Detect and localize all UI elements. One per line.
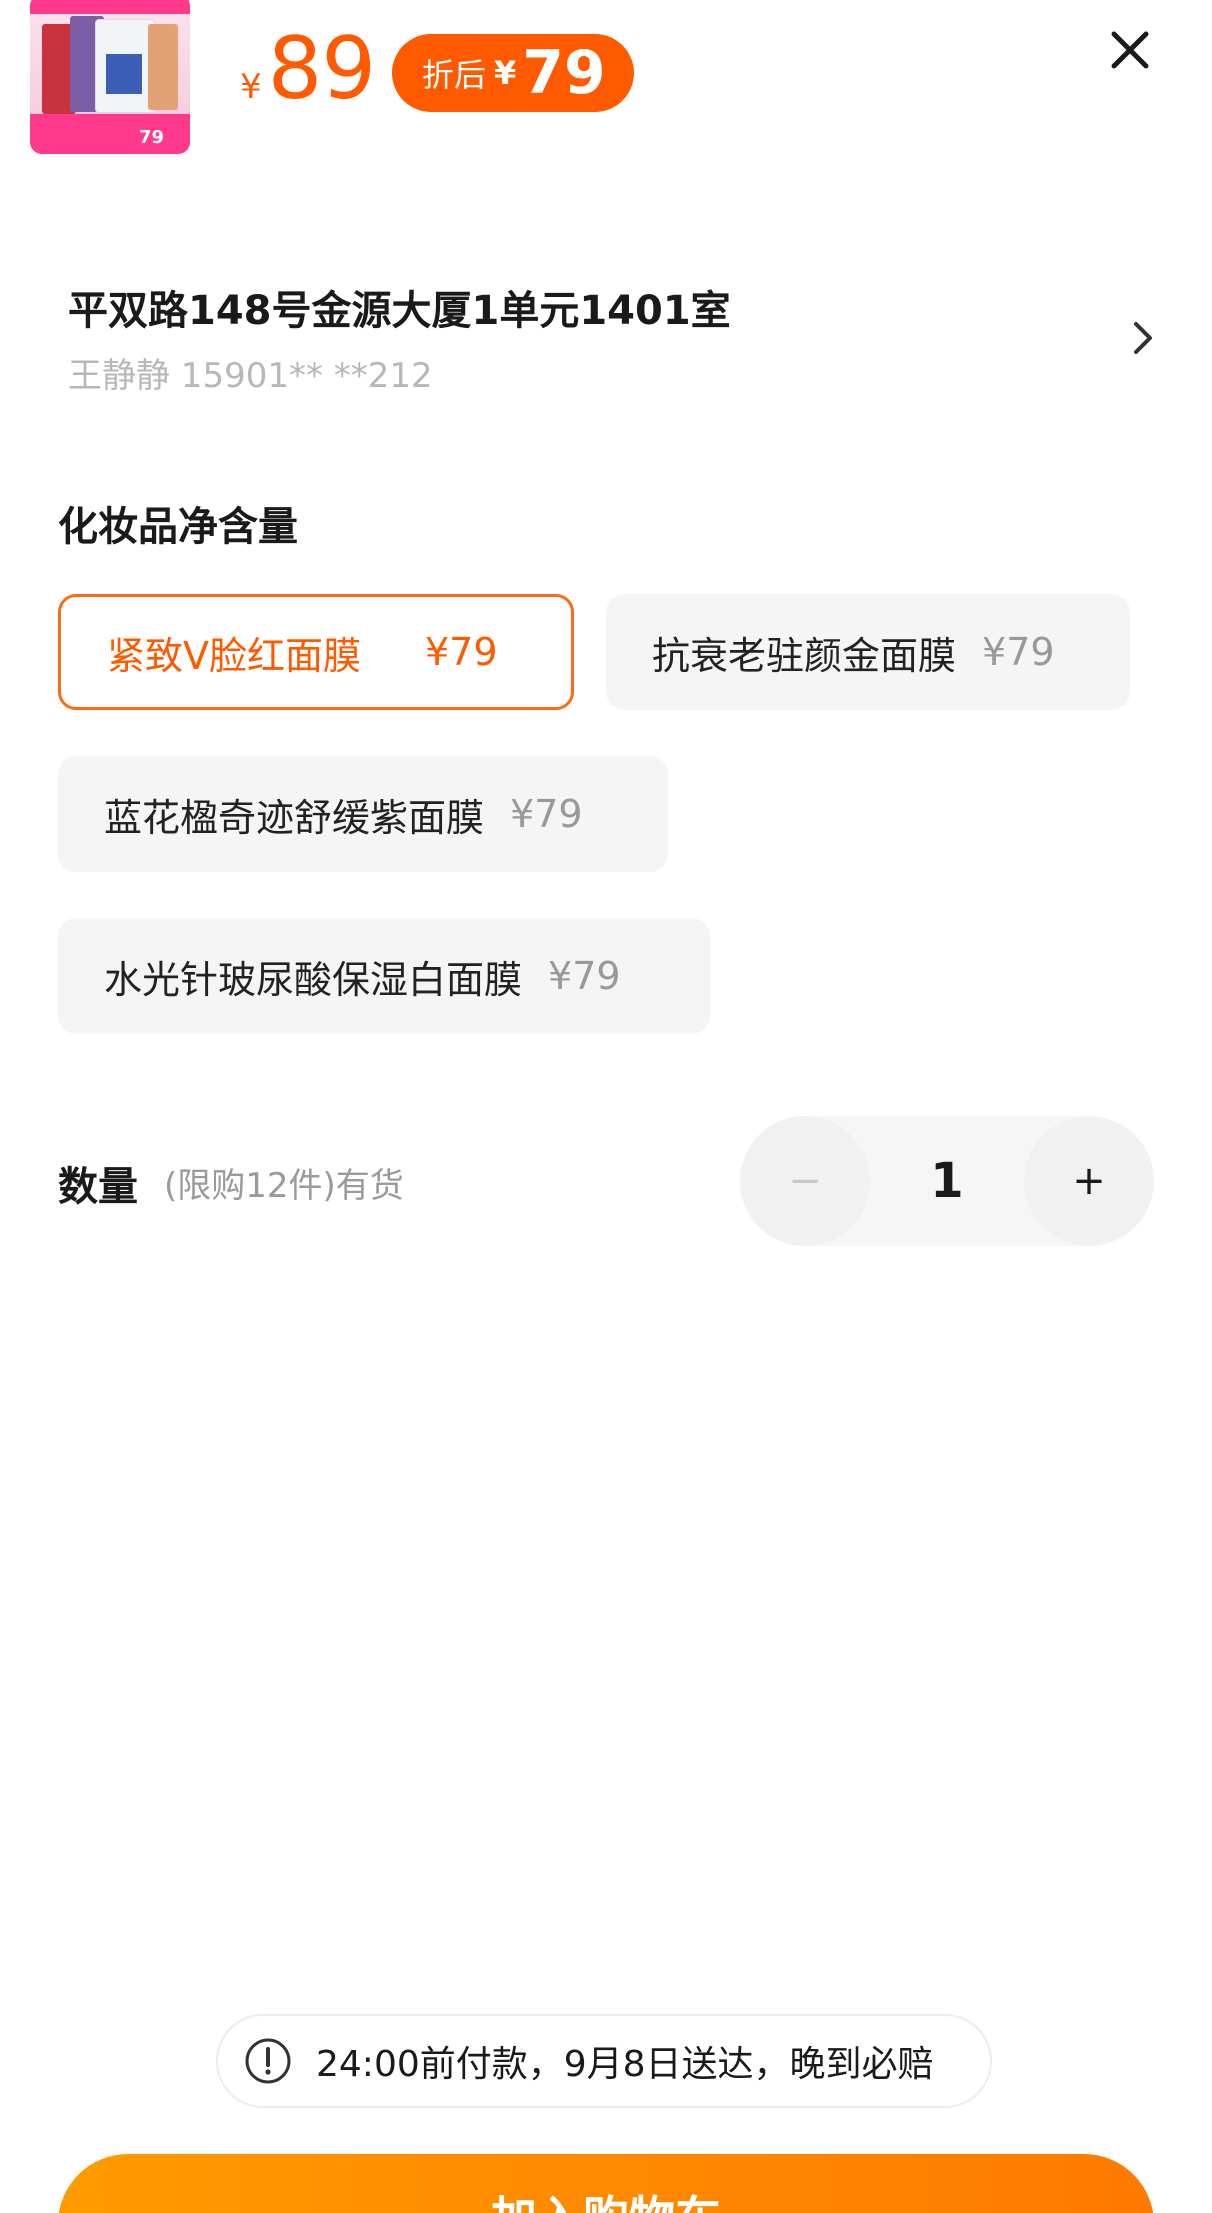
spec-option-purple-mask[interactable]: 蓝花楹奇迹舒缓紫面膜 ¥79 — [58, 756, 668, 872]
increase-quantity-button[interactable]: + — [1024, 1116, 1154, 1246]
spec-section-title: 化妆品净含量 — [58, 504, 298, 550]
discount-price-value: 79 — [522, 38, 606, 108]
thumbnail-package-gold — [148, 24, 178, 110]
spec-option-price: ¥79 — [425, 630, 498, 674]
spec-option-red-mask[interactable]: 紧致V脸红面膜 ¥79 — [58, 594, 574, 710]
delivery-notice: 24:00前付款，9月8日送达，晚到必赔 — [216, 2014, 992, 2108]
price-currency-symbol: ¥ — [240, 67, 262, 107]
discount-price-badge: 折后 ¥ 79 — [392, 34, 634, 112]
spec-option-name: 蓝花楹奇迹舒缓紫面膜 — [104, 795, 485, 840]
spec-option-white-mask[interactable]: 水光针玻尿酸保湿白面膜 ¥79 — [58, 918, 710, 1034]
thumbnail-top-banner — [30, 0, 190, 14]
thumbnail-price-band: 79 — [30, 114, 190, 154]
delivery-notice-text: 24:00前付款，9月8日送达，晚到必赔 — [316, 2044, 934, 2085]
price-value: 89 — [267, 19, 376, 119]
address-contact: 王静静 15901** **212 — [68, 356, 433, 396]
chevron-right-icon — [1134, 322, 1152, 354]
spec-option-price: ¥79 — [548, 954, 621, 998]
product-price: ¥89 — [240, 26, 376, 112]
spec-option-name: 抗衰老驻颜金面膜 — [652, 633, 957, 678]
product-thumbnail: 79 — [30, 0, 190, 154]
quantity-stepper: − 1 + — [740, 1116, 1154, 1246]
delivery-address-row[interactable]: 平双路148号金源大厦1单元1401室 王静静 15901** **212 — [68, 278, 1168, 398]
thumbnail-price: 79 — [138, 127, 164, 148]
discount-currency-symbol: ¥ — [494, 54, 517, 92]
spec-option-name: 紧致V脸红面膜 — [107, 633, 361, 678]
close-icon — [1111, 31, 1149, 69]
quantity-value[interactable]: 1 — [870, 1116, 1024, 1246]
spec-option-gold-mask[interactable]: 抗衰老驻颜金面膜 ¥79 — [606, 594, 1130, 710]
sku-selection-sheet: 79 ¥89 折后 ¥ 79 平双路148号金源大厦1单元1401室 王静静 1… — [0, 0, 1212, 2213]
discount-label: 折后 — [422, 56, 487, 94]
info-icon — [245, 2038, 291, 2084]
close-button[interactable] — [1100, 20, 1160, 80]
thumbnail-package-white — [96, 20, 154, 112]
decrease-quantity-button[interactable]: − — [740, 1116, 870, 1246]
quantity-label: 数量 — [58, 1164, 138, 1210]
spec-option-price: ¥79 — [510, 792, 583, 836]
spec-option-price: ¥79 — [982, 630, 1055, 674]
spec-option-name: 水光针玻尿酸保湿白面膜 — [104, 957, 523, 1002]
quantity-limit-note: (限购12件)有货 — [164, 1166, 404, 1206]
add-to-cart-button[interactable]: 加入购物车 — [58, 2154, 1154, 2213]
address-line: 平双路148号金源大厦1单元1401室 — [68, 288, 731, 334]
